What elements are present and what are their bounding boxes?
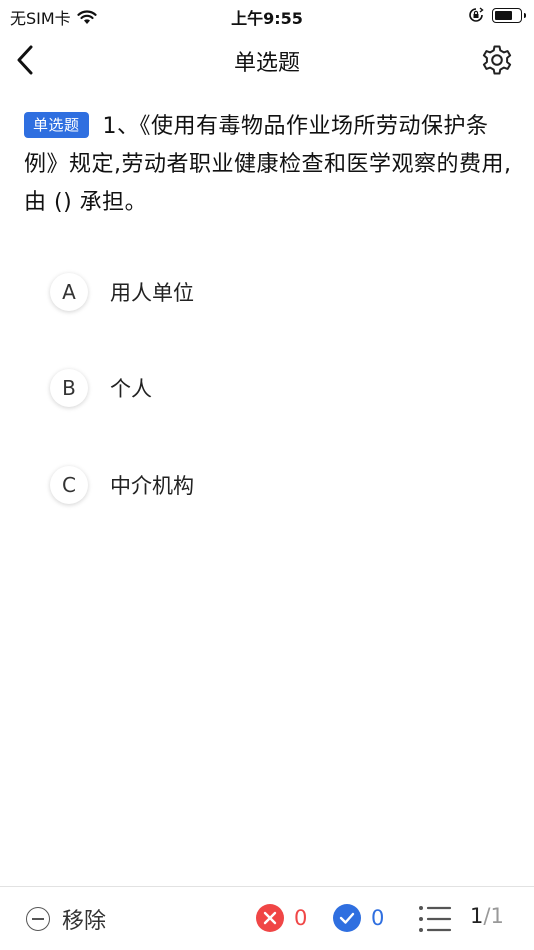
right-count-stat[interactable]: 0: [333, 904, 384, 932]
status-time: 上午9:55: [231, 9, 303, 28]
option-b[interactable]: B 个人: [50, 366, 480, 410]
close-icon: [256, 904, 284, 932]
wrong-count-stat[interactable]: 0: [256, 904, 307, 932]
option-c[interactable]: C 中介机构: [50, 463, 480, 507]
status-bar: 无SIM卡 上午9:55: [0, 0, 534, 30]
status-right: [468, 7, 526, 23]
wrong-count: 0: [294, 906, 308, 930]
option-text: 个人: [110, 377, 152, 401]
option-text: 中介机构: [110, 474, 194, 498]
rotation-lock-icon: [469, 7, 484, 22]
progress-current: 1: [470, 904, 484, 928]
minus-circle-icon: [26, 907, 50, 931]
option-letter: B: [50, 369, 88, 407]
option-text: 用人单位: [110, 281, 194, 305]
right-count: 0: [371, 906, 385, 930]
settings-button[interactable]: [480, 43, 514, 77]
option-a[interactable]: A 用人单位: [50, 270, 480, 314]
option-letter: A: [50, 273, 88, 311]
option-letter: C: [50, 466, 88, 504]
nav-bar: 单选题: [0, 30, 534, 90]
page-title: 单选题: [233, 51, 300, 76]
question-block: 单选题 1、《使用有毒物品作业场所劳动保护条例》规定,劳动者职业健康检查和医学观察…: [24, 108, 520, 222]
bottom-bar: 移除 0 0 1/1: [0, 886, 534, 950]
gear-icon: [482, 45, 512, 75]
question-text: 1、《使用有毒物品作业场所劳动保护条例》规定,劳动者职业健康检查和医学观察的费用…: [24, 114, 512, 215]
progress-total: 1: [490, 904, 504, 928]
battery-fill: [495, 10, 512, 20]
checkmark-icon: [333, 904, 361, 932]
battery-icon: [492, 7, 526, 23]
remove-label: 移除: [62, 909, 107, 934]
list-icon: [419, 906, 452, 932]
progress-indicator: 1/1: [470, 904, 504, 928]
remove-button[interactable]: 移除: [26, 903, 106, 935]
question-list-button[interactable]: [418, 904, 452, 934]
question-type-badge: 单选题: [24, 112, 89, 138]
